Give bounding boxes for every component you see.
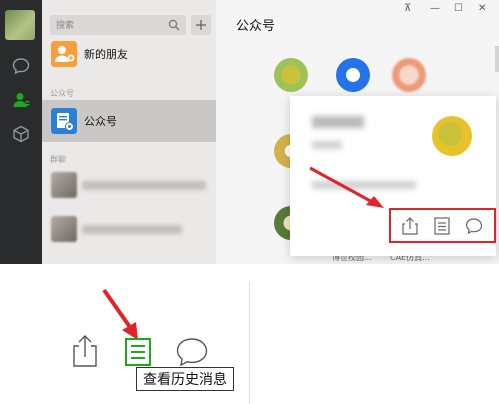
red-arrow-annotation: [309, 166, 384, 208]
maximize-button[interactable]: ☐: [454, 3, 463, 14]
history-icon[interactable]: [124, 337, 152, 367]
message-icon[interactable]: [174, 336, 210, 368]
group-avatar: [51, 216, 77, 242]
user-avatar[interactable]: [5, 10, 35, 40]
search-icon: [168, 19, 180, 31]
search-input[interactable]: 搜索: [50, 15, 186, 35]
share-icon[interactable]: [399, 215, 421, 237]
history-icon[interactable]: [431, 215, 453, 237]
new-friends-label: 新的朋友: [84, 48, 128, 61]
list-item-group[interactable]: [42, 208, 216, 250]
search-placeholder: 搜索: [56, 21, 75, 31]
section-official-label: 公众号: [50, 89, 74, 98]
list-item-group[interactable]: [42, 164, 216, 206]
pin-button[interactable]: ⊼: [404, 3, 411, 14]
list-item-official-accounts[interactable]: 公众号: [42, 100, 216, 142]
plus-icon: [196, 20, 206, 30]
account-avatar[interactable]: [274, 58, 308, 92]
account-id-blurred: [312, 141, 342, 149]
official-accounts-icon: [51, 108, 77, 134]
side-nav: [0, 0, 42, 264]
page-title: 公众号: [236, 19, 276, 34]
group-name-blurred: [82, 225, 182, 234]
scrollbar[interactable]: [495, 46, 499, 72]
message-icon[interactable]: [463, 215, 485, 237]
account-name-blurred: [312, 116, 364, 128]
new-friends-icon: [51, 41, 77, 67]
group-avatar: [51, 172, 77, 198]
account-avatar-large: [432, 116, 472, 156]
history-tooltip: 查看历史消息: [136, 367, 234, 391]
official-accounts-label: 公众号: [84, 115, 117, 128]
contact-list: 搜索 新的朋友 公众号 公众号 群聊: [42, 0, 216, 264]
main-panel: 公众号 ⊼ — ☐ ✕ 博世校园... CAE仿真...: [216, 0, 499, 264]
list-item-new-friends[interactable]: 新的朋友: [42, 33, 216, 75]
card-action-highlight: [389, 208, 496, 243]
add-button[interactable]: [191, 15, 211, 35]
account-avatar[interactable]: [336, 58, 370, 92]
close-button[interactable]: ✕: [478, 3, 486, 14]
contacts-icon[interactable]: [11, 90, 31, 110]
share-icon[interactable]: [70, 333, 100, 369]
red-arrow-annotation: [102, 288, 138, 340]
group-name-blurred: [82, 181, 206, 190]
favorites-cube-icon[interactable]: [11, 124, 31, 144]
wechat-window: 搜索 新的朋友 公众号 公众号 群聊 公众号 ⊼ — ☐ ✕ 博世校园... C…: [0, 0, 499, 264]
divider: [249, 282, 250, 404]
account-avatar[interactable]: [392, 58, 426, 92]
chat-icon[interactable]: [11, 56, 31, 76]
minimize-button[interactable]: —: [430, 3, 440, 14]
